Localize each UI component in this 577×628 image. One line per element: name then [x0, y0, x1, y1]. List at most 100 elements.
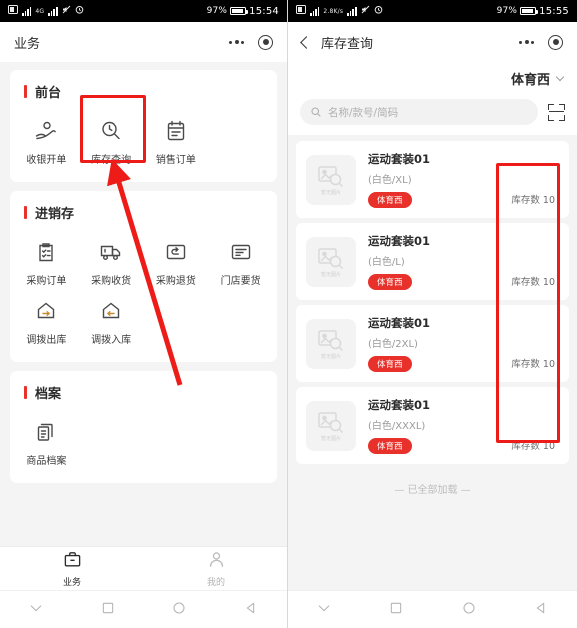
product-info: 运动套装01 (白色/XXXL) 体育西	[368, 397, 511, 454]
system-navbar-right	[288, 590, 577, 628]
clock: 15:54	[249, 5, 279, 17]
product-name: 运动套装01	[368, 398, 431, 412]
tile-grid: 采购订单 采购收货 采购退货 门店要货 调拨出库 调拨入库	[14, 232, 273, 350]
menu-tile-xiaoshoudingdan[interactable]: 销售订单	[144, 111, 209, 170]
menu-tile-shouyinkaidan[interactable]: 收银开单	[14, 111, 79, 170]
signal-bars-2-icon	[48, 6, 58, 16]
house-arrow-left-icon	[99, 297, 123, 325]
section-title: 前台	[35, 86, 62, 101]
status-bar-left: 4G 97% 15:54	[0, 0, 287, 22]
box-return-icon	[164, 238, 188, 266]
menu-tile-label: 商品档案	[26, 456, 67, 467]
sim-icon	[296, 5, 306, 17]
menu-tile-diaobochuku[interactable]: 调拨出库	[14, 291, 79, 350]
back-chevron-icon[interactable]	[300, 35, 313, 49]
search-row: 名称/款号/简码	[288, 94, 577, 135]
menu-tile-label: 销售订单	[155, 155, 196, 166]
menu-tile-label: 采购收货	[91, 276, 132, 287]
store-badge: 体育西	[368, 274, 412, 290]
app-header-left: 业务	[0, 22, 287, 62]
scan-code-icon[interactable]	[548, 103, 565, 121]
menu-tile-caigoushouhuo[interactable]: 采购收货	[79, 232, 144, 291]
menu-tile-spacer	[208, 111, 273, 170]
section-title: 进销存	[35, 207, 75, 222]
circle-icon[interactable]	[171, 600, 187, 620]
dual-screenshot: 4G 97% 15:54 业务 前台 收银开单 库存查询 销售订单 进销存 采购…	[0, 0, 577, 628]
system-navbar-left	[0, 590, 287, 628]
menu-tile-diaoboruku[interactable]: 调拨入库	[79, 291, 144, 350]
tab-wode[interactable]: 我的	[144, 547, 287, 590]
signal-bars-icon	[310, 6, 320, 16]
right-screen: 2.8K/s 97% 15:55 库存查询 体育西 名称/款号/简码 暂无图片 …	[288, 0, 577, 628]
square-icon[interactable]	[100, 600, 116, 620]
search-placeholder: 名称/款号/简码	[328, 106, 399, 119]
more-dots-icon[interactable]	[229, 40, 244, 44]
search-input[interactable]: 名称/款号/简码	[300, 99, 538, 125]
more-dots-icon[interactable]	[519, 40, 534, 44]
product-spec: (白色/XXXL)	[368, 421, 426, 432]
page-title: 业务	[14, 36, 41, 52]
stock-count: 库存数 10	[511, 359, 555, 370]
product-spec: (白色/XL)	[368, 175, 412, 186]
product-list-item[interactable]: 暂无图片 运动套装01 (白色/L) 体育西 库存数 10	[296, 223, 569, 300]
signal-bars-icon	[22, 6, 32, 16]
product-name: 运动套装01	[368, 234, 431, 248]
section-accent-bar	[24, 206, 27, 219]
search-icon	[310, 103, 322, 122]
thumbnail-label: 暂无图片	[320, 271, 341, 278]
store-badge: 体育西	[368, 438, 412, 454]
menu-tile-label: 收银开单	[26, 155, 67, 166]
store-selector[interactable]: 体育西	[288, 62, 577, 94]
product-name: 运动套装01	[368, 152, 431, 166]
battery-icon	[520, 7, 539, 15]
menu-tile-spacer	[208, 412, 273, 471]
product-thumbnail-placeholder: 暂无图片	[306, 236, 356, 287]
section-title: 档案	[35, 387, 62, 402]
circle-icon[interactable]	[461, 600, 477, 620]
section-accent-bar	[24, 386, 27, 399]
clipboard-check-icon	[34, 238, 58, 266]
truck-icon	[99, 238, 123, 266]
menu-body: 前台 收银开单 库存查询 销售订单 进销存 采购订单 采购收货 采购退货 门店要…	[0, 62, 287, 568]
tab-label: 业务	[62, 577, 81, 588]
product-list-item[interactable]: 暂无图片 运动套装01 (白色/2XL) 体育西 库存数 10	[296, 305, 569, 382]
app-header-right: 库存查询	[288, 22, 577, 62]
menu-tile-label: 采购退货	[155, 276, 196, 287]
store-badge: 体育西	[368, 356, 412, 372]
section-card-dangan: 档案 商品档案	[10, 371, 277, 483]
mute-icon	[361, 5, 370, 17]
menu-tile-caigoudingdan[interactable]: 采购订单	[14, 232, 79, 291]
loaded-all-label: — 已全部加载 —	[394, 485, 471, 496]
product-list-item[interactable]: 暂无图片 运动套装01 (白色/XL) 体育西 库存数 10	[296, 141, 569, 218]
tab-yewu[interactable]: 业务	[0, 547, 144, 590]
stock-count: 库存数 10	[511, 277, 555, 288]
stock-count: 库存数 10	[511, 195, 555, 206]
menu-tile-mendianyaohuo[interactable]: 门店要货	[208, 232, 273, 291]
chevron-down-icon[interactable]	[316, 600, 332, 620]
section-card-jinxiaocun: 进销存 采购订单 采购收货 采购退货 门店要货 调拨出库 调拨入库	[10, 191, 277, 362]
thumbnail-label: 暂无图片	[320, 189, 341, 196]
triangle-back-icon[interactable]	[243, 600, 259, 620]
product-list-item[interactable]: 暂无图片 运动套装01 (白色/XXXL) 体育西 库存数 10	[296, 387, 569, 464]
box-request-icon	[229, 238, 253, 266]
product-spec: (白色/2XL)	[368, 339, 418, 350]
menu-tile-label: 采购订单	[26, 276, 67, 287]
alarm-icon	[374, 5, 383, 17]
tab-label: 我的	[206, 577, 225, 588]
tile-grid: 商品档案	[14, 412, 273, 471]
sim-icon	[8, 5, 18, 17]
left-screen: 4G 97% 15:54 业务 前台 收银开单 库存查询 销售订单 进销存 采购…	[0, 0, 288, 628]
menu-tile-caigoutuihuo[interactable]: 采购退货	[144, 232, 209, 291]
menu-tile-shangpindangan[interactable]: 商品档案	[14, 412, 79, 471]
battery-icon	[230, 7, 249, 15]
triangle-back-icon[interactable]	[533, 600, 549, 620]
target-icon[interactable]	[258, 34, 273, 50]
target-icon[interactable]	[548, 34, 563, 50]
network-speed-label: 4G	[35, 8, 45, 15]
chevron-down-icon[interactable]	[28, 600, 44, 620]
product-list: 暂无图片 运动套装01 (白色/XL) 体育西 库存数 10 暂无图片 运动套装…	[288, 135, 577, 496]
square-icon[interactable]	[388, 600, 404, 620]
menu-tile-kucunchaxun[interactable]: 库存查询	[79, 111, 144, 170]
thumbnail-label: 暂无图片	[320, 435, 341, 442]
battery-percent: 97%	[496, 6, 518, 16]
